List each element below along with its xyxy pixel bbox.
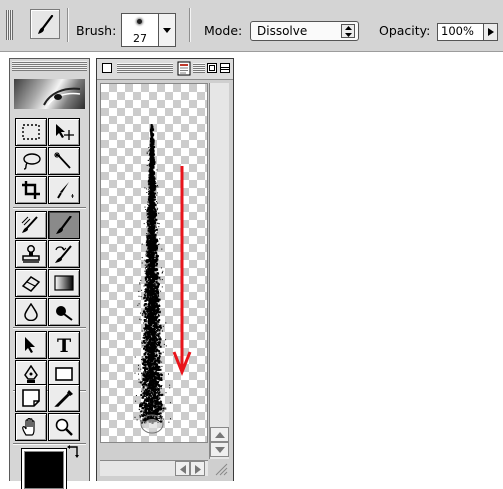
history-brush-icon [55, 245, 72, 263]
scroll-left-button[interactable] [175, 461, 190, 476]
brush-label: Brush: [76, 23, 117, 38]
rectangle-shape-icon [55, 367, 73, 381]
marquee-tool[interactable] [15, 118, 47, 146]
slice-tool[interactable] [48, 176, 80, 204]
slice-icon [57, 182, 74, 199]
notes-icon [22, 389, 40, 407]
move-icon [56, 124, 74, 140]
pen-icon [24, 365, 38, 383]
triangle-down-icon [215, 447, 225, 453]
dodge-tool[interactable] [48, 298, 80, 326]
scroll-up-button[interactable] [210, 427, 229, 442]
zoom-box-icon[interactable] [207, 63, 217, 73]
document-canvas[interactable] [100, 83, 208, 443]
triangle-right-icon [195, 465, 201, 474]
eyedropper-tool[interactable] [48, 384, 80, 412]
triangle-down-icon [163, 28, 171, 33]
collapse-box-icon[interactable] [220, 63, 230, 73]
paintbrush-icon [38, 15, 54, 34]
blur-tool[interactable] [15, 298, 47, 326]
eraser-tool[interactable] [15, 269, 47, 297]
gradient-icon [54, 275, 74, 291]
titlebar-stripes [193, 63, 205, 73]
triangle-left-icon [180, 465, 186, 474]
paintbrush-icon [56, 216, 72, 234]
eye-logo-icon[interactable] [14, 79, 85, 109]
history-brush-tool[interactable] [48, 240, 80, 268]
triangle-right-icon [488, 28, 494, 36]
triangle-up-icon [215, 432, 225, 438]
dodge-icon [56, 306, 73, 321]
lasso-tool[interactable] [15, 147, 47, 175]
foreground-color-swatch[interactable] [24, 451, 64, 489]
crop-icon [22, 181, 40, 199]
options-separator [67, 8, 69, 42]
zoom-tool[interactable] [48, 413, 80, 441]
tool-options-bar: Brush: 27 Mode: Dissolve Opacity: 100% [0, 0, 503, 52]
opacity-slider-button[interactable] [483, 23, 498, 41]
paintbrush-tool[interactable] [48, 211, 80, 239]
mode-label: Mode: [204, 23, 243, 38]
brush-picker-button[interactable] [159, 13, 176, 47]
tool-preset-picker[interactable] [30, 9, 60, 39]
resize-grip-icon[interactable] [210, 461, 229, 476]
hand-tool[interactable] [15, 413, 47, 441]
toolbox-titlebar[interactable] [12, 61, 87, 71]
healing-brush-tool[interactable] [15, 211, 47, 239]
brush-tip-icon [137, 19, 142, 24]
magic-wand-tool[interactable] [48, 147, 80, 175]
svg-text:T: T [57, 336, 71, 354]
scroll-down-button[interactable] [210, 442, 229, 457]
clone-stamp-tool[interactable] [15, 240, 47, 268]
blur-icon [24, 303, 38, 321]
scroll-right-button[interactable] [190, 461, 205, 476]
vertical-scrollbar[interactable] [209, 83, 229, 459]
move-tool[interactable] [48, 118, 80, 146]
mode-select[interactable]: Dissolve [250, 21, 359, 41]
crop-tool[interactable] [15, 176, 47, 204]
lasso-icon [23, 153, 41, 170]
brush-preview[interactable]: 27 [121, 13, 159, 47]
options-bar-grip[interactable] [6, 10, 13, 40]
type-tool[interactable]: T [48, 331, 80, 359]
magic-wand-icon [54, 152, 71, 169]
type-tool-icon: T [57, 336, 71, 354]
clone-stamp-icon [22, 245, 40, 263]
document-icon [177, 61, 191, 76]
horizontal-scrollbar[interactable] [100, 460, 208, 476]
marquee-icon [22, 124, 40, 140]
down-arrow-annotation-icon [172, 166, 192, 377]
document-titlebar[interactable] [97, 59, 233, 80]
document-window [96, 58, 234, 481]
opacity-input[interactable]: 100% [437, 23, 484, 41]
titlebar-stripes [117, 63, 173, 73]
path-select-tool[interactable] [15, 331, 47, 359]
swap-colors-icon[interactable] [67, 445, 81, 459]
toolbox-divider [13, 207, 86, 209]
eyedropper-icon [54, 390, 73, 407]
zoom-icon [55, 418, 73, 436]
options-separator [189, 8, 191, 42]
updown-arrows-icon [341, 24, 355, 38]
brush-size-value: 27 [133, 32, 147, 45]
toolbox-divider [13, 327, 86, 329]
mode-value: Dissolve [257, 24, 308, 38]
close-box-icon[interactable] [102, 63, 112, 73]
eraser-icon [21, 276, 41, 292]
gradient-tool[interactable] [48, 269, 80, 297]
hand-icon [22, 418, 35, 436]
path-select-icon [25, 337, 35, 353]
toolbox: T [9, 58, 90, 489]
notes-tool[interactable] [15, 384, 47, 412]
opacity-label: Opacity: [379, 23, 431, 38]
healing-brush-icon [21, 216, 38, 233]
